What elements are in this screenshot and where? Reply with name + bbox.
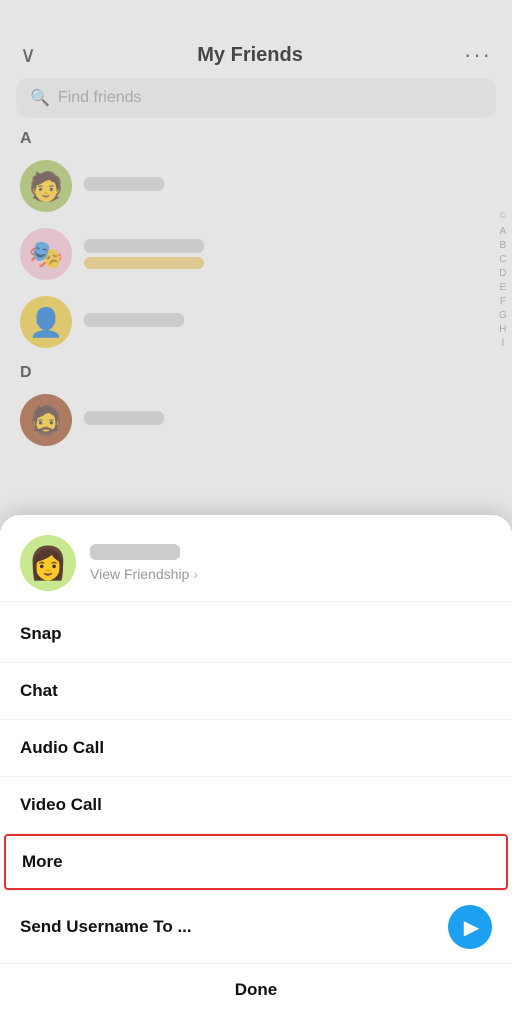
send-username-label: Send Username To ... — [20, 917, 192, 937]
done-row: Done — [0, 963, 512, 1024]
menu-item-video-call[interactable]: Video Call — [0, 777, 512, 834]
bottom-sheet: 👩 View Friendship › Snap Chat Audio Call… — [0, 515, 512, 1024]
menu-item-more[interactable]: More — [4, 834, 508, 890]
profile-name-blur — [90, 544, 180, 560]
send-arrow-icon: ▶ — [464, 915, 479, 940]
done-button[interactable]: Done — [235, 980, 278, 999]
menu-item-chat[interactable]: Chat — [0, 663, 512, 720]
avatar: 👩 — [20, 535, 76, 591]
overlay — [0, 0, 512, 530]
menu-item-audio-call[interactable]: Audio Call — [0, 720, 512, 777]
divider — [0, 601, 512, 602]
chevron-right-icon: › — [193, 566, 198, 582]
view-friendship-label: View Friendship — [90, 566, 189, 582]
send-button[interactable]: ▶ — [448, 905, 492, 949]
send-username-row: Send Username To ... ▶ — [0, 890, 512, 963]
menu-item-snap[interactable]: Snap — [0, 606, 512, 663]
profile-info: View Friendship › — [90, 544, 198, 582]
profile-row: 👩 View Friendship › — [0, 515, 512, 597]
view-friendship[interactable]: View Friendship › — [90, 566, 198, 582]
